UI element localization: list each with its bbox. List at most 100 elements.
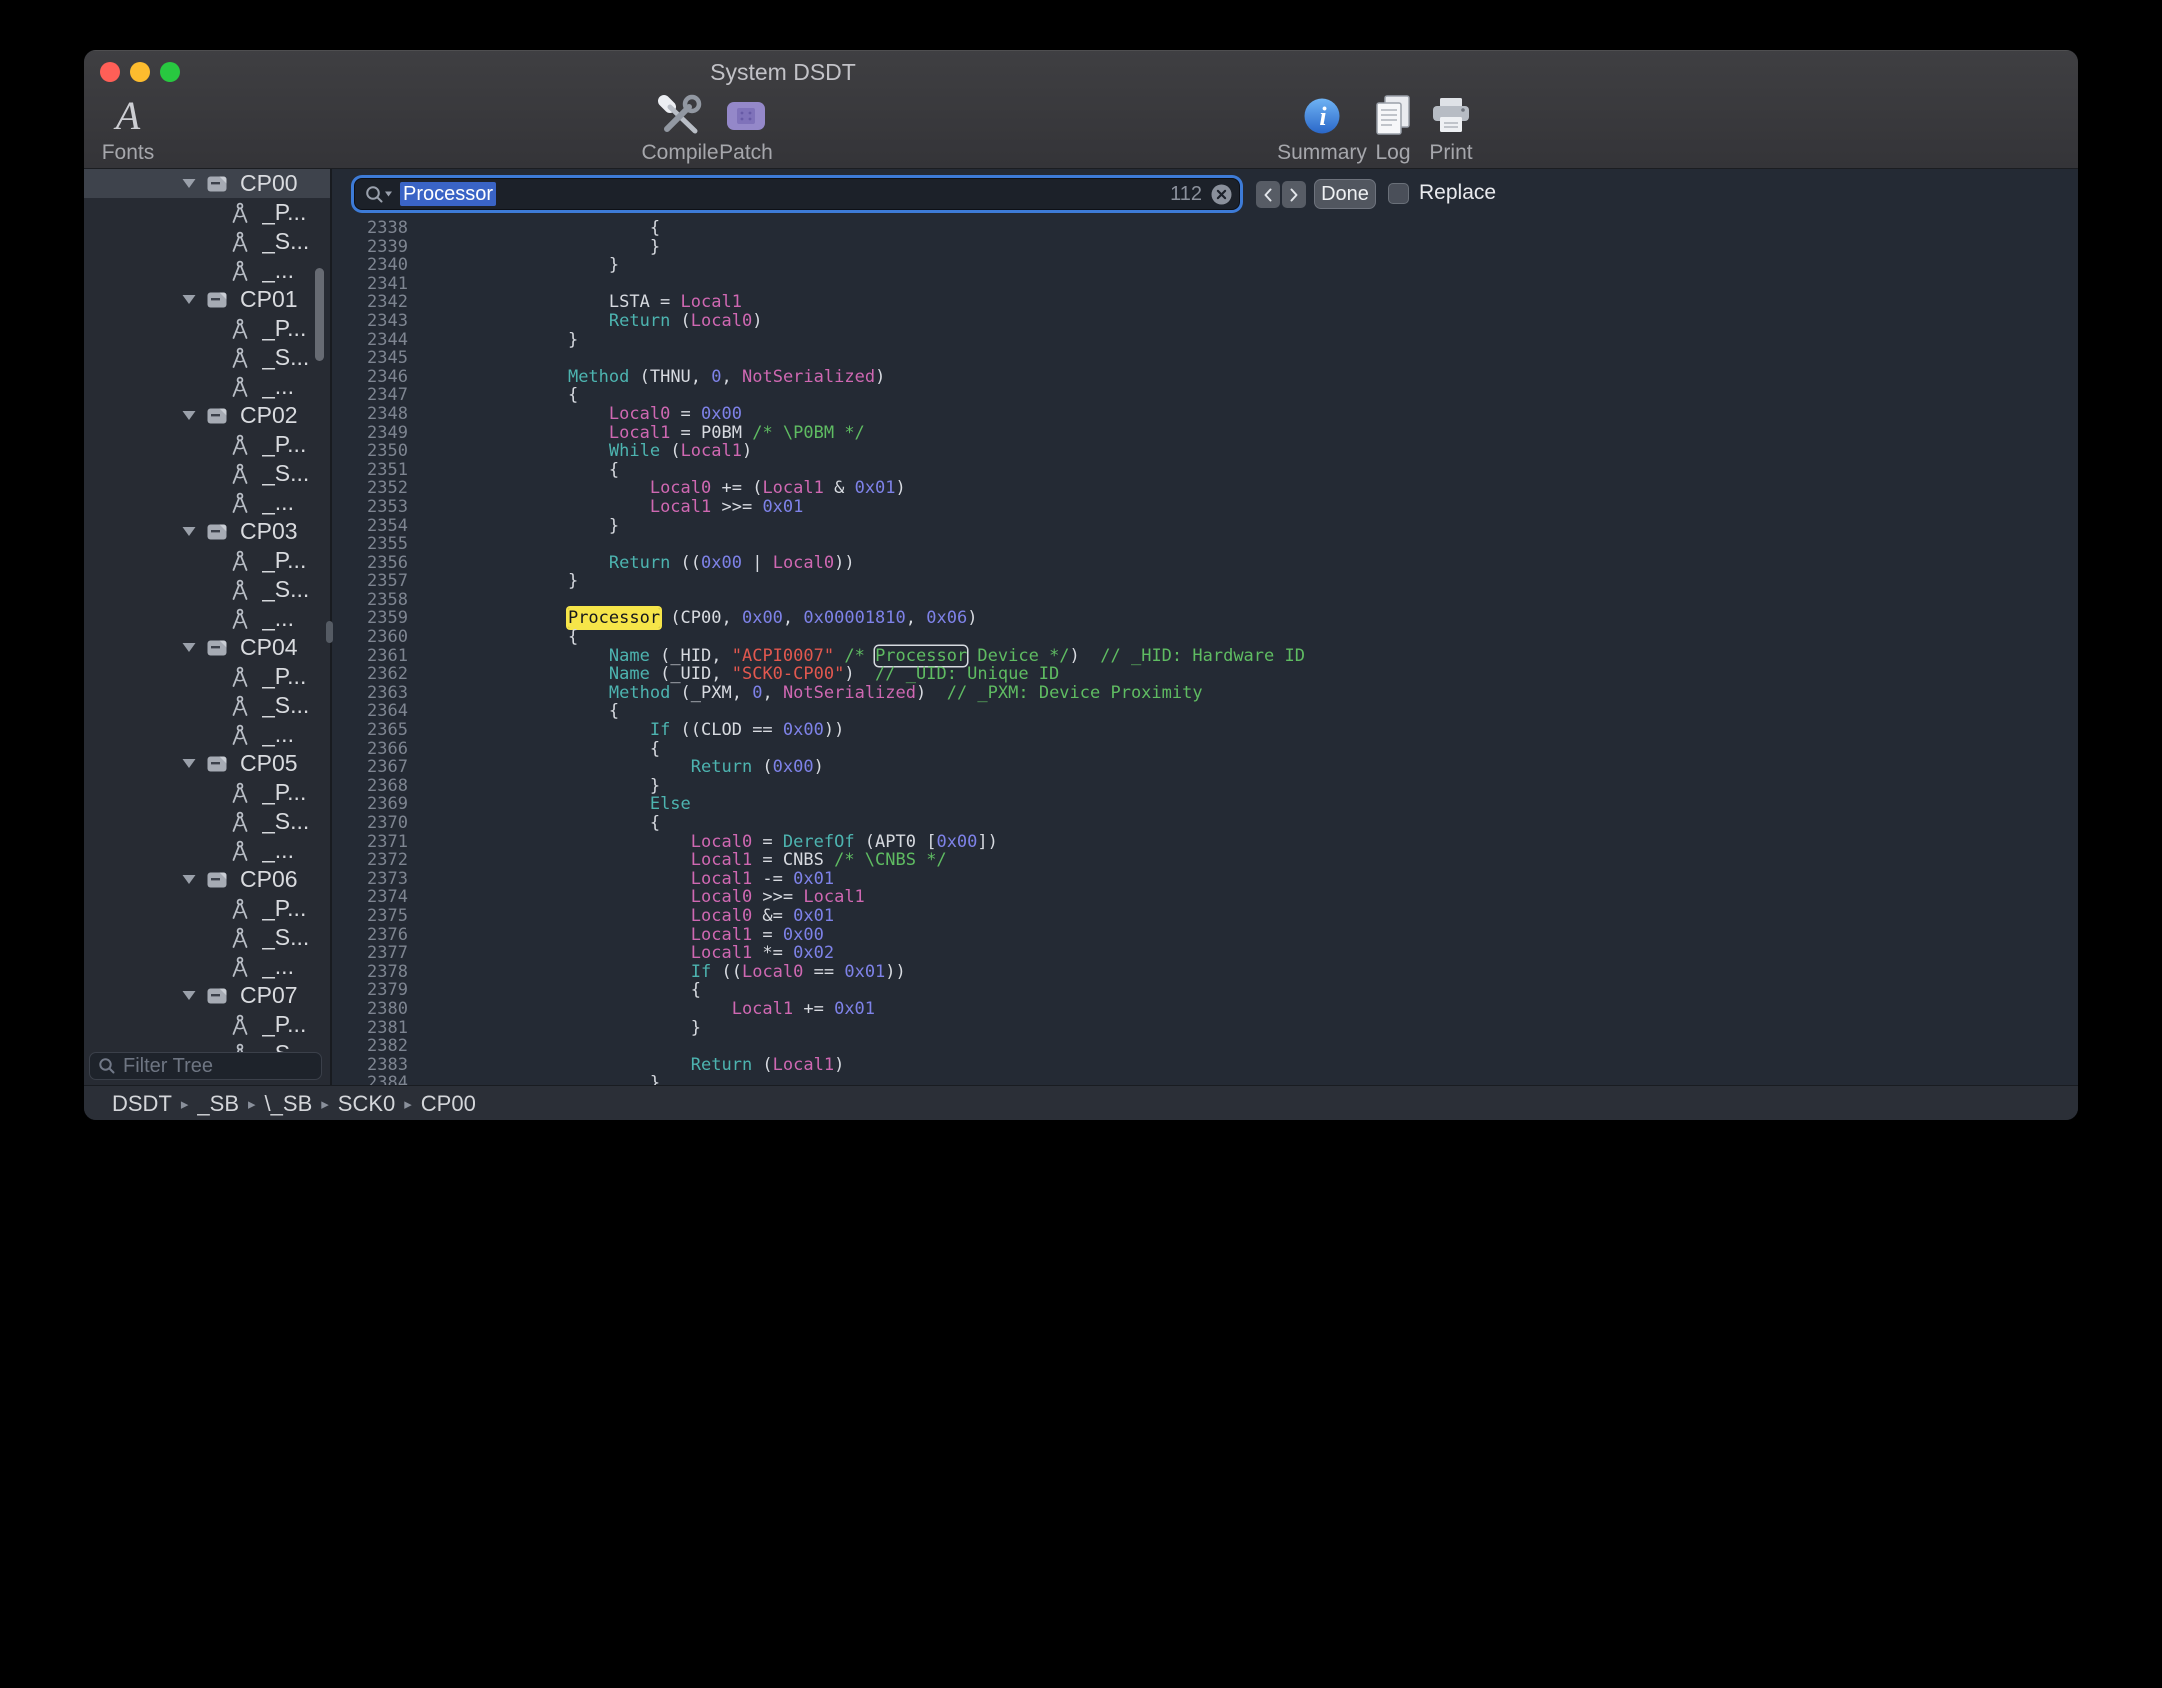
code-line[interactable]: 2346 Method (THNU, 0, NotSerialized) [332,368,2078,387]
tree-row-cp04[interactable]: CP04 [84,633,330,662]
toolbar-patch-button[interactable]: Patch [676,92,816,165]
code-line[interactable]: 2378 If ((Local0 == 0x01)) [332,963,2078,982]
tree-row-_s[interactable]: _S... [84,1039,330,1053]
code-line[interactable]: 2348 Local0 = 0x00 [332,405,2078,424]
tree-row-_[interactable]: _... [84,836,330,865]
code-line[interactable]: 2352 Local0 += (Local1 & 0x01) [332,479,2078,498]
code-line[interactable]: 2375 Local0 &= 0x01 [332,907,2078,926]
toolbar-fonts-button[interactable]: A Fonts [84,92,198,165]
breadcrumb-item[interactable]: _SB [197,1091,239,1117]
code-line[interactable]: 2355 [332,535,2078,554]
code-line[interactable]: 2379 { [332,981,2078,1000]
done-button[interactable]: Done [1314,179,1376,209]
code-line[interactable]: 2374 Local0 >>= Local1 [332,888,2078,907]
code-line[interactable]: 2357 } [332,572,2078,591]
disclosure-triangle-icon[interactable] [182,526,197,537]
disclosure-triangle-icon[interactable] [182,410,197,421]
tree-row-_[interactable]: _... [84,720,330,749]
disclosure-triangle-icon[interactable] [182,874,197,885]
close-button[interactable] [100,62,120,82]
zoom-button[interactable] [160,62,180,82]
previous-match-button[interactable] [1256,181,1280,208]
tree-row-_s[interactable]: _S... [84,343,330,372]
code-line[interactable]: 2341 [332,275,2078,294]
tree-row-cp01[interactable]: CP01 [84,285,330,314]
code-line[interactable]: 2373 Local1 -= 0x01 [332,870,2078,889]
tree-row-_s[interactable]: _S... [84,923,330,952]
search-icon[interactable] [364,184,394,204]
tree-row-_s[interactable]: _S... [84,459,330,488]
next-match-button[interactable] [1282,181,1306,208]
tree-row-_[interactable]: _... [84,372,330,401]
code-line[interactable]: 2345 [332,349,2078,368]
code-line[interactable]: 2372 Local1 = CNBS /* \CNBS */ [332,851,2078,870]
breadcrumb-item[interactable]: \_SB [265,1091,313,1117]
code-line[interactable]: 2354 } [332,517,2078,536]
code-line[interactable]: 2367 Return (0x00) [332,758,2078,777]
code-line[interactable]: 2368 } [332,777,2078,796]
sidebar-scrollbar-thumb[interactable] [315,268,324,361]
tree-row-cp06[interactable]: CP06 [84,865,330,894]
code-line[interactable]: 2384 } [332,1074,2078,1085]
tree-row-_p[interactable]: _P... [84,1010,330,1039]
code-line[interactable]: 2359 Processor (CP00, 0x00, 0x00001810, … [332,609,2078,628]
tree-row-_p[interactable]: _P... [84,430,330,459]
code-line[interactable]: 2340 } [332,256,2078,275]
code-line[interactable]: 2370 { [332,814,2078,833]
code-line[interactable]: 2364 { [332,702,2078,721]
toolbar-print-button[interactable]: Print [1381,92,1521,165]
tree-row-cp05[interactable]: CP05 [84,749,330,778]
tree-row-_p[interactable]: _P... [84,778,330,807]
tree-row-_p[interactable]: _P... [84,314,330,343]
breadcrumb-item[interactable]: CP00 [421,1091,476,1117]
disclosure-triangle-icon[interactable] [182,642,197,653]
tree-row-_[interactable]: _... [84,488,330,517]
code-line[interactable]: 2366 { [332,740,2078,759]
code-line[interactable]: 2365 If ((CLOD == 0x00)) [332,721,2078,740]
code-line[interactable]: 2338 { [332,219,2078,238]
code-line[interactable]: 2371 Local0 = DerefOf (APT0 [0x00]) [332,833,2078,852]
code-line[interactable]: 2376 Local1 = 0x00 [332,926,2078,945]
disclosure-triangle-icon[interactable] [182,758,197,769]
tree-row-_p[interactable]: _P... [84,894,330,923]
code-line[interactable]: 2383 Return (Local1) [332,1056,2078,1075]
tree-row-cp00[interactable]: CP00 [84,169,330,198]
code-line[interactable]: 2356 Return ((0x00 | Local0)) [332,554,2078,573]
tree-row-_p[interactable]: _P... [84,546,330,575]
code-line[interactable]: 2360 { [332,628,2078,647]
pane-splitter-handle[interactable] [326,621,333,643]
code-line[interactable]: 2351 { [332,461,2078,480]
code-line[interactable]: 2377 Local1 *= 0x02 [332,944,2078,963]
minimize-button[interactable] [130,62,150,82]
disclosure-triangle-icon[interactable] [182,294,197,305]
code-line[interactable]: 2342 LSTA = Local1 [332,293,2078,312]
code-line[interactable]: 2363 Method (_PXM, 0, NotSerialized) // … [332,684,2078,703]
code-line[interactable]: 2358 [332,591,2078,610]
code-editor[interactable]: 2338 {2339 }2340 }23412342 LSTA = Local1… [332,219,2078,1085]
code-line[interactable]: 2347 { [332,386,2078,405]
tree-row-_p[interactable]: _P... [84,662,330,691]
code-line[interactable]: 2343 Return (Local0) [332,312,2078,331]
tree-row-_s[interactable]: _S... [84,807,330,836]
tree-row-_[interactable]: _... [84,952,330,981]
breadcrumb-item[interactable]: SCK0 [338,1091,395,1117]
code-line[interactable]: 2380 Local1 += 0x01 [332,1000,2078,1019]
code-line[interactable]: 2362 Name (_UID, "SCK0-CP00") // _UID: U… [332,665,2078,684]
tree-row-_s[interactable]: _S... [84,227,330,256]
search-input[interactable]: Processor 112 [354,178,1240,210]
tree-row-_[interactable]: _... [84,604,330,633]
disclosure-triangle-icon[interactable] [182,178,197,189]
replace-checkbox[interactable] [1388,183,1409,204]
tree-row-cp07[interactable]: CP07 [84,981,330,1010]
tree-row-_[interactable]: _... [84,256,330,285]
tree-row-cp03[interactable]: CP03 [84,517,330,546]
tree-row-_p[interactable]: _P... [84,198,330,227]
code-line[interactable]: 2381 } [332,1019,2078,1038]
breadcrumb-item[interactable]: DSDT [112,1091,172,1117]
code-line[interactable]: 2353 Local1 >>= 0x01 [332,498,2078,517]
tree-row-_s[interactable]: _S... [84,691,330,720]
code-line[interactable]: 2349 Local1 = P0BM /* \P0BM */ [332,424,2078,443]
code-line[interactable]: 2339 } [332,238,2078,257]
code-line[interactable]: 2350 While (Local1) [332,442,2078,461]
code-line[interactable]: 2369 Else [332,795,2078,814]
